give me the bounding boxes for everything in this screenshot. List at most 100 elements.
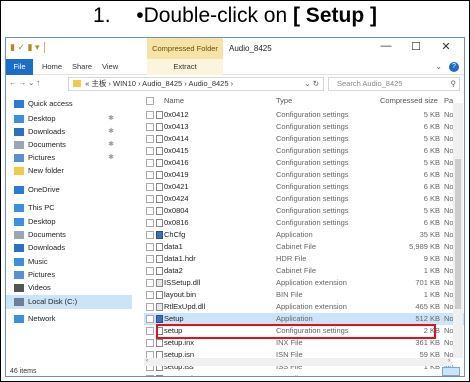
tab-extract[interactable]: Extract (147, 59, 223, 75)
tab-file[interactable]: File (6, 59, 33, 75)
compressed-folder-tools-tab[interactable]: Compressed Folder Tools (147, 38, 223, 74)
file-row[interactable]: 0x0415 Configuration settings 6 KB No (144, 145, 464, 157)
music-icon (14, 258, 24, 266)
address-bar-row: ← → ⌄ ↑ « 主板 › WIN10 › Audio_8425 › Audi… (6, 75, 464, 93)
nav-item[interactable]: Documents ✱ (6, 138, 132, 152)
file-row[interactable]: 0x0816 Configuration settings 6 KB No (144, 217, 464, 229)
row-checkbox[interactable] (146, 183, 154, 191)
row-checkbox[interactable] (146, 291, 154, 299)
scroll-left-icon[interactable]: ‹ (146, 358, 148, 364)
view-toggle-icon[interactable] (442, 367, 460, 376)
file-row[interactable]: 0x0412 Configuration settings 5 KB No (144, 109, 464, 121)
row-checkbox[interactable] (146, 267, 154, 275)
nav-item[interactable]: Local Disk (C:) (6, 295, 132, 309)
select-all-checkbox[interactable] (146, 97, 154, 105)
row-checkbox[interactable] (146, 255, 154, 263)
nav-item[interactable]: Downloads (6, 241, 132, 255)
row-checkbox[interactable] (146, 219, 154, 227)
documents-icon (14, 141, 24, 149)
nav-item-label: Videos (28, 283, 51, 292)
row-checkbox[interactable] (146, 303, 154, 311)
row-checkbox[interactable] (146, 111, 154, 119)
close-button[interactable]: ✕ (434, 40, 458, 53)
file-row[interactable]: data1.hdr HDR File 9 KB No (144, 253, 464, 265)
row-checkbox[interactable] (146, 243, 154, 251)
nav-item[interactable]: Music (6, 255, 132, 269)
nav-item[interactable]: Pictures ✱ (6, 151, 132, 165)
file-row[interactable]: 0x0419 Configuration settings 6 KB No (144, 169, 464, 181)
instruction-step: 1. (93, 4, 111, 27)
tab-view[interactable]: View (102, 59, 118, 75)
file-type: Configuration settings (276, 146, 349, 155)
disk-icon (14, 298, 24, 306)
nav-item-label: Desktop (28, 114, 56, 123)
help-icon[interactable]: ? (449, 62, 459, 72)
vertical-scrollbar[interactable] (453, 103, 463, 358)
nav-item-label: OneDrive (28, 185, 60, 194)
nav-item[interactable]: Documents (6, 228, 132, 242)
download-icon (14, 244, 24, 252)
column-type[interactable]: Type (276, 95, 292, 107)
scroll-thumb[interactable] (455, 159, 461, 309)
search-input[interactable]: Search Audio_8425 ⚲ (328, 77, 460, 91)
nav-item[interactable]: Desktop (6, 215, 132, 229)
row-checkbox[interactable] (146, 339, 154, 347)
nav-item[interactable]: Pictures (6, 268, 132, 282)
ini-file-icon (156, 195, 163, 203)
file-row[interactable]: ISSetup.dll Application extension 701 KB No (144, 277, 464, 289)
file-row[interactable]: 0x0413 Configuration settings 6 KB No (144, 121, 464, 133)
scroll-right-icon[interactable]: › (448, 358, 450, 364)
file-row[interactable]: layout.bin BIN File 1 KB No (144, 289, 464, 301)
row-checkbox[interactable] (146, 147, 154, 155)
nav-item[interactable]: OneDrive (6, 183, 132, 197)
file-type: Configuration settings (276, 122, 349, 131)
file-size: 5,989 KB (409, 242, 440, 251)
refresh-icon[interactable]: ⌄ ↻ (304, 78, 319, 90)
nav-item[interactable]: Network (6, 312, 132, 326)
maximize-button[interactable]: ☐ (404, 40, 428, 53)
tab-share[interactable]: Share (72, 59, 92, 75)
file-row[interactable]: 0x0414 Configuration settings 5 KB No (144, 133, 464, 145)
chevron-down-icon[interactable]: ⌄ (435, 62, 442, 71)
file-row[interactable]: ChCfg Application 35 KB No (144, 229, 464, 241)
address-bar[interactable]: « 主板 › WIN10 › Audio_8425 › Audio_8425 ›… (68, 77, 324, 91)
row-checkbox[interactable] (146, 327, 154, 335)
horizontal-scrollbar[interactable]: ‹ › (144, 358, 452, 366)
row-checkbox[interactable] (146, 135, 154, 143)
file-row[interactable]: 0x0421 Configuration settings 6 KB No (144, 181, 464, 193)
file-row[interactable]: data1 Cabinet File 5,989 KB No (144, 241, 464, 253)
ini-file-icon (156, 147, 163, 155)
nav-item-label: Desktop (28, 217, 56, 226)
row-checkbox[interactable] (146, 231, 154, 239)
quick-access-toolbar-icon[interactable]: ▮ ✓ ▮ ▾ │ (10, 42, 48, 53)
row-checkbox[interactable] (146, 123, 154, 131)
file-row[interactable]: data2 Cabinet File 1 KB No (144, 265, 464, 277)
instruction-text: •Double-click on (136, 4, 293, 27)
row-checkbox[interactable] (146, 159, 154, 167)
nav-item[interactable]: Videos (6, 281, 132, 295)
row-checkbox[interactable] (146, 315, 154, 323)
column-compressed-size[interactable]: Compressed size (380, 95, 438, 107)
file-row[interactable]: 0x0416 Configuration settings 5 KB No (144, 157, 464, 169)
navigation-arrows-icon[interactable]: ← → ⌄ ↑ (9, 78, 40, 87)
download-icon (14, 128, 24, 136)
row-checkbox[interactable] (146, 171, 154, 179)
nav-item[interactable]: This PC (6, 201, 132, 215)
column-name[interactable]: Name (164, 95, 184, 107)
nav-item[interactable]: Desktop ✱ (6, 112, 132, 126)
minimize-button[interactable]: — (374, 40, 398, 52)
row-checkbox[interactable] (146, 195, 154, 203)
nav-item[interactable]: Quick access (6, 97, 132, 111)
nav-item[interactable]: Downloads ✱ (6, 125, 132, 139)
file-type: Configuration settings (276, 134, 349, 143)
file-size: 6 KB (423, 122, 440, 131)
row-checkbox[interactable] (146, 279, 154, 287)
column-pa[interactable]: Pa (444, 95, 453, 107)
tab-home[interactable]: Home (42, 59, 62, 75)
file-row[interactable]: 0x0424 Configuration settings 6 KB No (144, 193, 464, 205)
file-row[interactable]: 0x0804 Configuration settings 5 KB No (144, 205, 464, 217)
nav-item[interactable]: New folder (6, 164, 132, 178)
file-row[interactable]: RtlExUpd.dll Application extension 465 KB N… (144, 301, 464, 313)
row-checkbox[interactable] (146, 207, 154, 215)
file-type: Cabinet File (276, 266, 317, 275)
